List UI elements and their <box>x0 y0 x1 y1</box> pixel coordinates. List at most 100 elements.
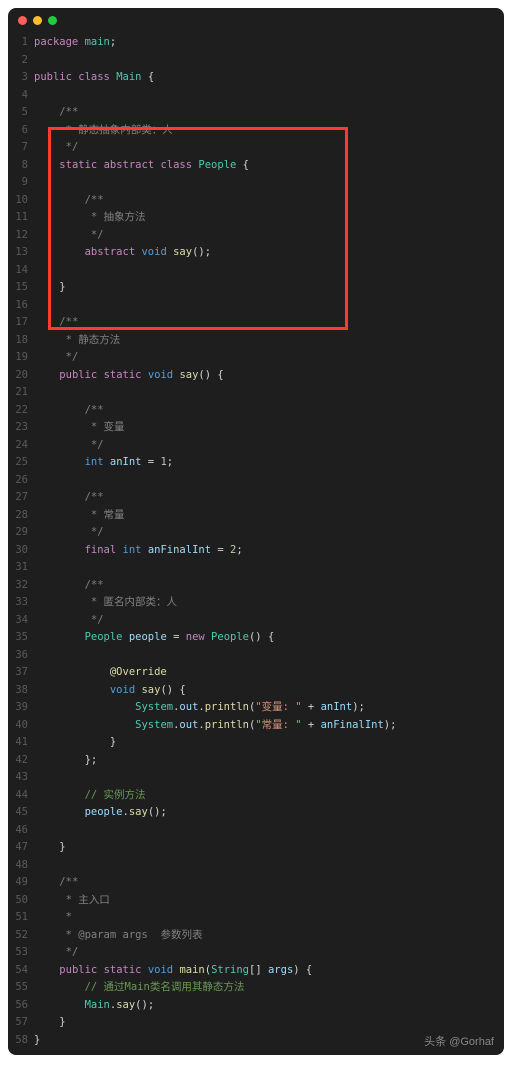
code-line: 13 abstract void say(); <box>8 244 504 262</box>
code-line: 44 // 实例方法 <box>8 787 504 805</box>
line-number: 14 <box>8 262 34 280</box>
code-content: @Override <box>34 664 504 682</box>
code-line: 24 */ <box>8 437 504 455</box>
code-line: 9 <box>8 174 504 192</box>
code-content: // 通过Main类名调用其静态方法 <box>34 979 504 997</box>
line-number: 26 <box>8 472 34 490</box>
line-number: 38 <box>8 682 34 700</box>
code-line: 35 People people = new People() { <box>8 629 504 647</box>
line-number: 24 <box>8 437 34 455</box>
code-content: /** <box>34 192 504 210</box>
code-content: */ <box>34 944 504 962</box>
line-number: 1 <box>8 34 34 52</box>
code-content: * 静态抽象内部类：人 <box>34 122 504 140</box>
code-line: 4 <box>8 87 504 105</box>
code-content: } <box>34 839 504 857</box>
code-content <box>34 384 504 402</box>
code-line: 52 * @param args 参数列表 <box>8 927 504 945</box>
code-line: 49 /** <box>8 874 504 892</box>
code-content <box>34 769 504 787</box>
code-content: * 主入口 <box>34 892 504 910</box>
minimize-icon[interactable] <box>33 16 42 25</box>
code-line: 37 @Override <box>8 664 504 682</box>
line-number: 16 <box>8 297 34 315</box>
code-content <box>34 262 504 280</box>
code-content <box>34 174 504 192</box>
line-number: 31 <box>8 559 34 577</box>
code-line: 27 /** <box>8 489 504 507</box>
line-number: 52 <box>8 927 34 945</box>
line-number: 46 <box>8 822 34 840</box>
line-number: 19 <box>8 349 34 367</box>
code-content <box>34 87 504 105</box>
code-line: 34 */ <box>8 612 504 630</box>
line-number: 54 <box>8 962 34 980</box>
line-number: 18 <box>8 332 34 350</box>
code-line: 17 /** <box>8 314 504 332</box>
code-content <box>34 52 504 70</box>
line-number: 41 <box>8 734 34 752</box>
code-content: } <box>34 279 504 297</box>
code-line: 42 }; <box>8 752 504 770</box>
code-content: /** <box>34 577 504 595</box>
code-line: 50 * 主入口 <box>8 892 504 910</box>
code-content: int anInt = 1; <box>34 454 504 472</box>
line-number: 20 <box>8 367 34 385</box>
line-number: 21 <box>8 384 34 402</box>
code-content: // 实例方法 <box>34 787 504 805</box>
code-line: 6 * 静态抽象内部类：人 <box>8 122 504 140</box>
code-line: 26 <box>8 472 504 490</box>
watermark: 头条 @Gorhaf <box>424 1033 494 1049</box>
maximize-icon[interactable] <box>48 16 57 25</box>
code-line: 10 /** <box>8 192 504 210</box>
line-number: 58 <box>8 1032 34 1050</box>
code-content: static abstract class People { <box>34 157 504 175</box>
line-number: 51 <box>8 909 34 927</box>
line-number: 15 <box>8 279 34 297</box>
line-number: 13 <box>8 244 34 262</box>
code-content: * 静态方法 <box>34 332 504 350</box>
code-line: 54 public static void main(String[] args… <box>8 962 504 980</box>
code-content: */ <box>34 139 504 157</box>
line-number: 49 <box>8 874 34 892</box>
line-number: 7 <box>8 139 34 157</box>
line-number: 36 <box>8 647 34 665</box>
code-content <box>34 647 504 665</box>
code-line: 25 int anInt = 1; <box>8 454 504 472</box>
line-number: 32 <box>8 577 34 595</box>
close-icon[interactable] <box>18 16 27 25</box>
code-content: /** <box>34 314 504 332</box>
line-number: 45 <box>8 804 34 822</box>
code-content: People people = new People() { <box>34 629 504 647</box>
code-content: final int anFinalInt = 2; <box>34 542 504 560</box>
code-content: * 抽象方法 <box>34 209 504 227</box>
code-content: * 常量 <box>34 507 504 525</box>
line-number: 42 <box>8 752 34 770</box>
line-number: 29 <box>8 524 34 542</box>
code-content: */ <box>34 612 504 630</box>
code-content: */ <box>34 227 504 245</box>
code-content: } <box>34 1014 504 1032</box>
line-number: 22 <box>8 402 34 420</box>
line-number: 43 <box>8 769 34 787</box>
line-number: 35 <box>8 629 34 647</box>
code-line: 23 * 变量 <box>8 419 504 437</box>
line-number: 34 <box>8 612 34 630</box>
line-number: 25 <box>8 454 34 472</box>
line-number: 37 <box>8 664 34 682</box>
line-number: 4 <box>8 87 34 105</box>
line-number: 9 <box>8 174 34 192</box>
line-number: 23 <box>8 419 34 437</box>
code-line: 5 /** <box>8 104 504 122</box>
code-content <box>34 857 504 875</box>
code-line: 45 people.say(); <box>8 804 504 822</box>
code-content: System.out.println("常量: " + anFinalInt); <box>34 717 504 735</box>
code-content: */ <box>34 437 504 455</box>
code-line: 3public class Main { <box>8 69 504 87</box>
code-content: package main; <box>34 34 504 52</box>
code-line: 53 */ <box>8 944 504 962</box>
line-number: 48 <box>8 857 34 875</box>
line-number: 57 <box>8 1014 34 1032</box>
line-number: 6 <box>8 122 34 140</box>
line-number: 44 <box>8 787 34 805</box>
